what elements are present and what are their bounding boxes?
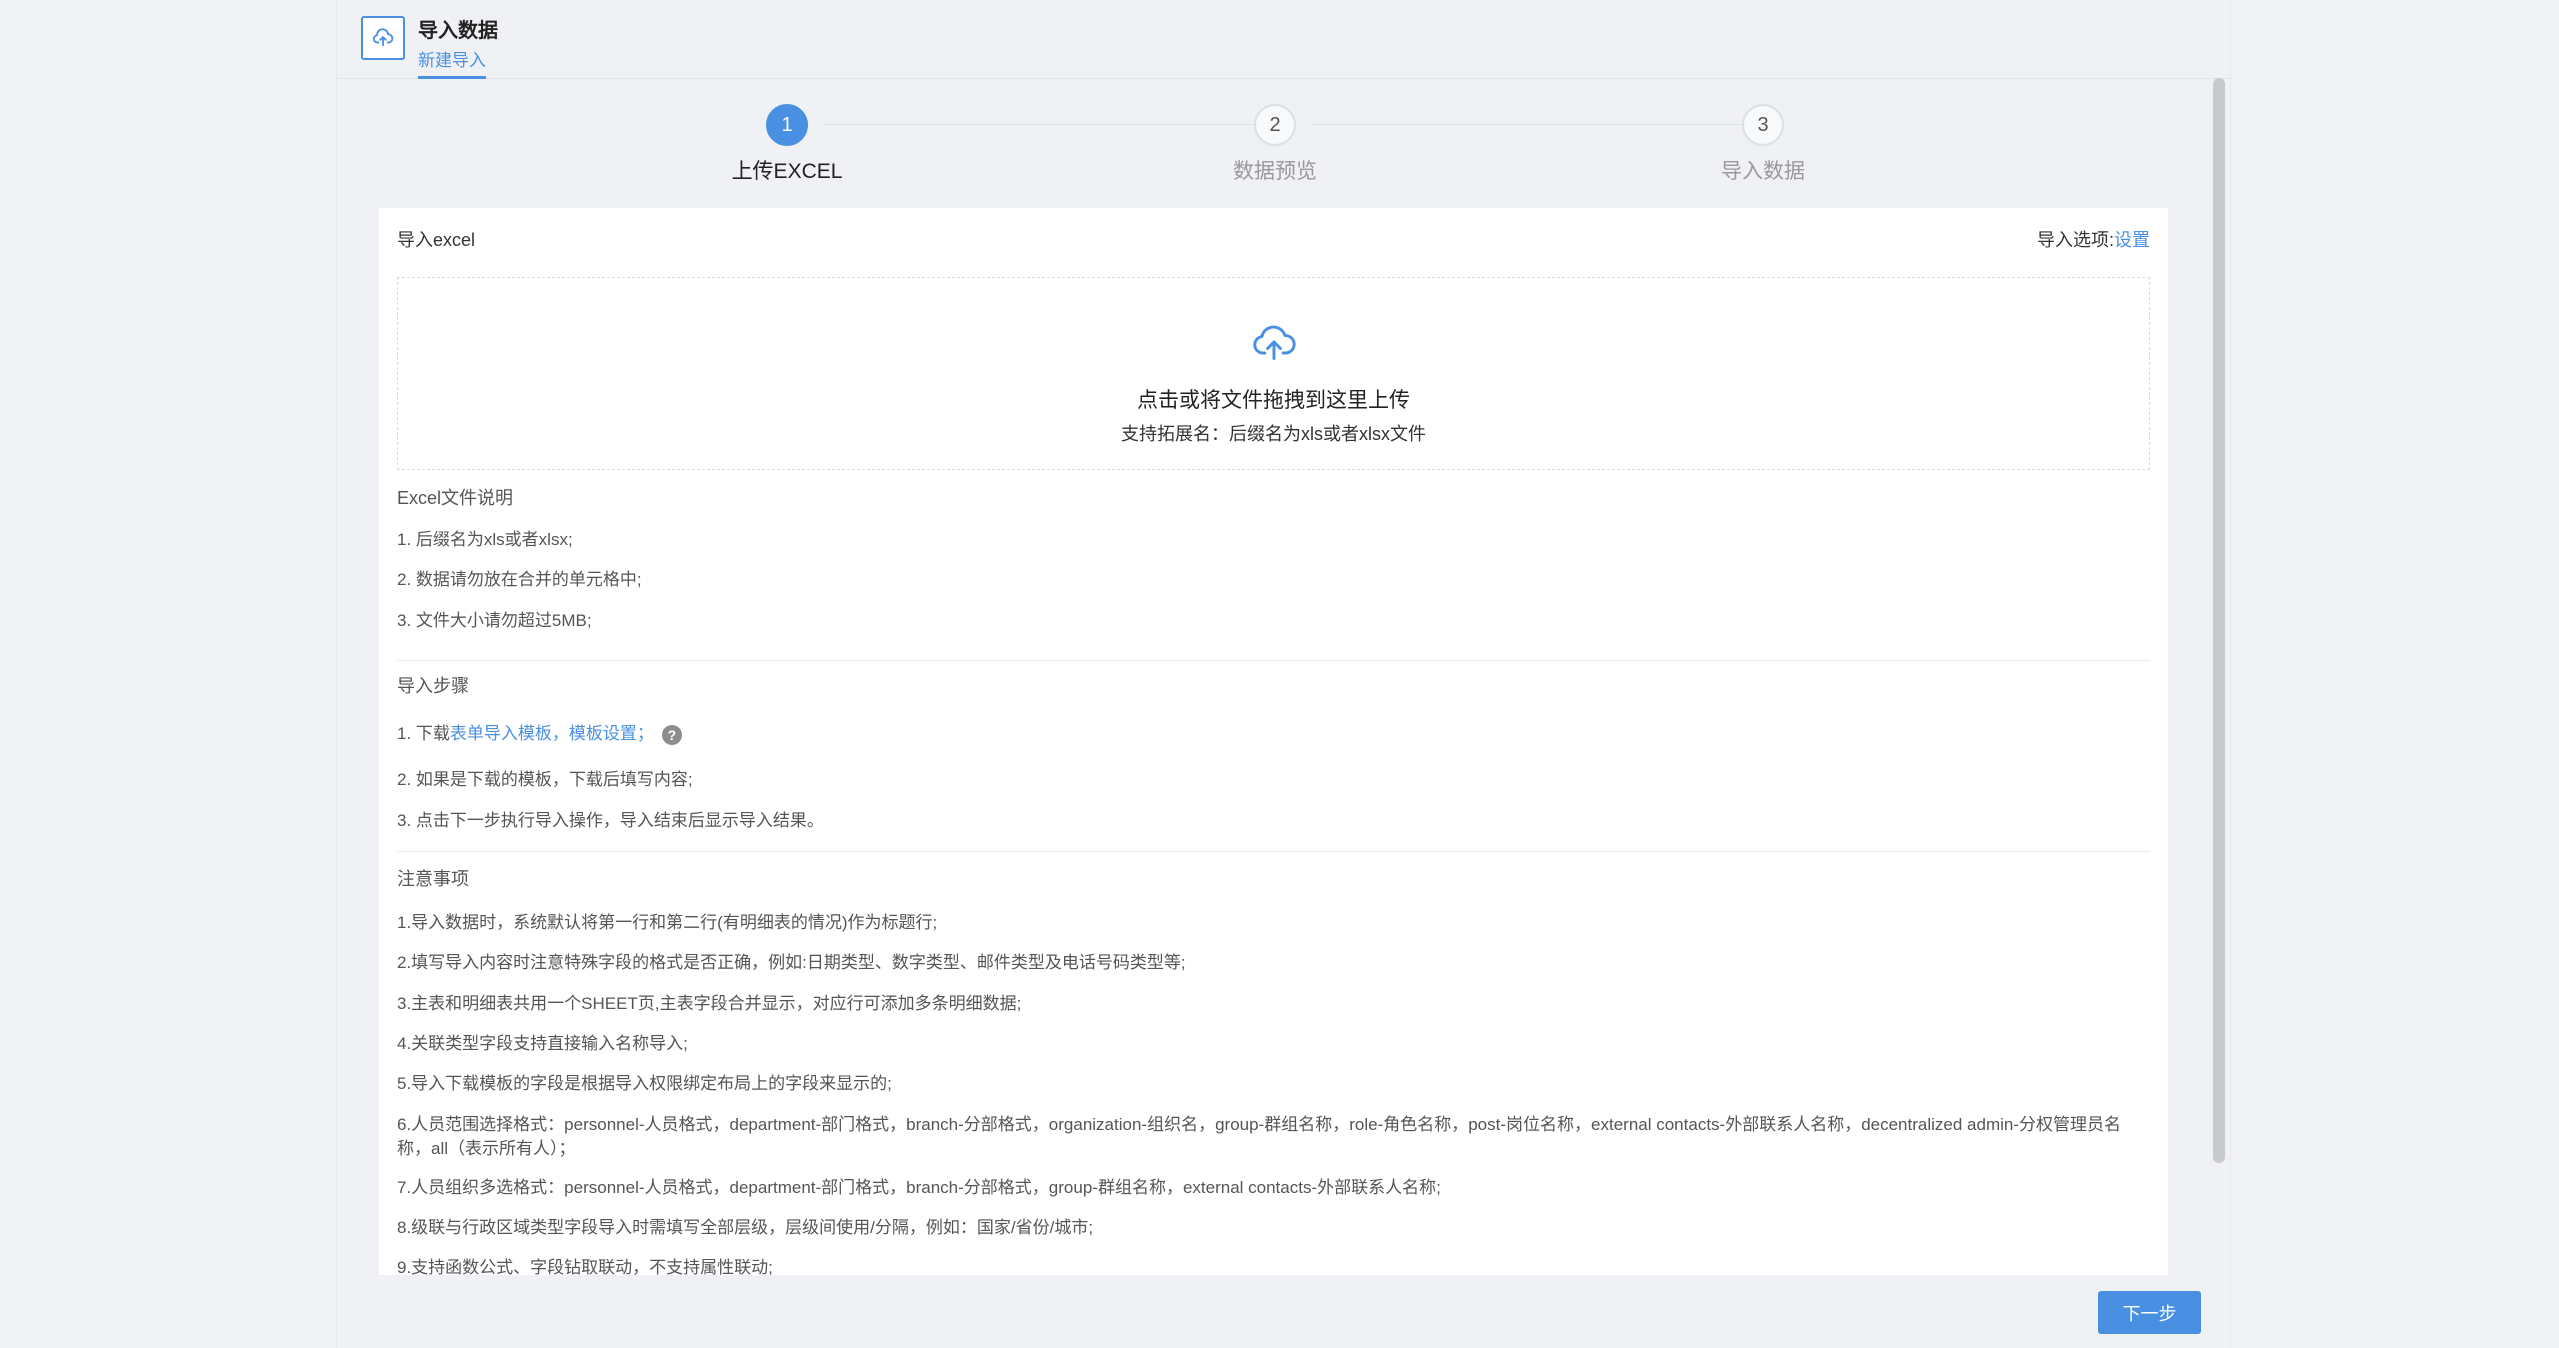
step-number: 1: [766, 104, 808, 146]
page-header: 导入数据 新建导入: [337, 0, 2230, 79]
cloud-upload-icon: [1253, 325, 1296, 360]
list-item: 7.人员组织多选格式：personnel-人员格式，department-部门格…: [397, 1178, 1441, 1197]
import-card: 导入excel 导入选项:设置 点击或将文件拖拽到这里上传 支持拓展名：后缀名为…: [379, 208, 2168, 1275]
step-import-data: 3 导入数据: [1663, 104, 1863, 185]
list-item: 4.关联类型字段支持直接输入名称导入;: [397, 1034, 688, 1053]
dropzone-text: 点击或将文件拖拽到这里上传: [1137, 389, 1410, 412]
list-item: 3. 文件大小请勿超过5MB;: [397, 611, 592, 630]
list-item: 1. 后缀名为xls或者xlsx;: [397, 530, 573, 549]
list-item: 3.主表和明细表共用一个SHEET页,主表字段合并显示，对应行可添加多条明细数据…: [397, 994, 1022, 1013]
list-item: 5.导入下载模板的字段是根据导入权限绑定布局上的字段来显示的;: [397, 1074, 892, 1093]
step-label: 导入数据: [1721, 160, 1805, 183]
import-steps-title: 导入步骤: [397, 676, 469, 696]
list-item: 1. 下载表单导入模板，模板设置；?: [397, 722, 2150, 746]
list-item: 2.填写导入内容时注意特殊字段的格式是否正确，例如:日期类型、数字类型、邮件类型…: [397, 953, 1186, 972]
cloud-upload-icon: [361, 16, 405, 60]
list-item: 3. 点击下一步执行导入操作，导入结束后显示导入结果。: [397, 811, 824, 830]
dropzone-hint: 支持拓展名：后缀名为xls或者xlsx文件: [1121, 424, 1426, 444]
page-title: 导入数据: [418, 20, 498, 42]
step1-prefix: 1. 下载: [397, 724, 450, 743]
step-label: 数据预览: [1233, 160, 1317, 183]
card-title: 导入excel: [397, 230, 476, 250]
divider: [397, 660, 2150, 661]
list-item: 1.导入数据时，系统默认将第一行和第二行(有明细表的情况)作为标题行;: [397, 913, 938, 932]
stepper: 1 上传EXCEL 2 数据预览 3 导入数据: [337, 96, 2230, 196]
list-item: 2. 数据请勿放在合并的单元格中;: [397, 570, 642, 589]
list-item: 2. 如果是下载的模板，下载后填写内容;: [397, 770, 693, 789]
next-step-button[interactable]: 下一步: [2098, 1291, 2201, 1334]
step-label: 上传EXCEL: [731, 160, 843, 183]
step-data-preview: 2 数据预览: [1175, 104, 1375, 185]
import-options: 导入选项:设置: [2037, 226, 2150, 252]
list-item: 6.人员范围选择格式：personnel-人员格式，department-部门格…: [397, 1115, 2122, 1158]
settings-link[interactable]: 设置: [2114, 230, 2150, 250]
step-upload-excel: 1 上传EXCEL: [687, 104, 887, 185]
step-number: 2: [1254, 104, 1296, 146]
import-options-label: 导入选项:: [2036, 230, 2114, 250]
divider: [397, 851, 2150, 852]
upload-dropzone[interactable]: 点击或将文件拖拽到这里上传 支持拓展名：后缀名为xls或者xlsx文件: [397, 277, 2150, 470]
app-frame: 导入数据 新建导入 1 上传EXCEL 2 数据预览 3 导入数据 导入exce…: [336, 0, 2231, 1348]
tab-new-import[interactable]: 新建导入: [418, 46, 486, 79]
list-item: 9.支持函数公式、字段钻取联动，不支持属性联动;: [397, 1258, 773, 1275]
step-number: 3: [1742, 104, 1784, 146]
help-icon[interactable]: ?: [661, 724, 682, 745]
notices-title: 注意事项: [397, 869, 469, 889]
list-item: 8.级联与行政区域类型字段导入时需填写全部层级，层级间使用/分隔，例如：国家/省…: [397, 1218, 1094, 1237]
template-download-link[interactable]: 表单导入模板，模板设置；: [450, 724, 654, 743]
excel-notes-title: Excel文件说明: [397, 488, 514, 508]
scrollbar[interactable]: [2213, 78, 2225, 1163]
